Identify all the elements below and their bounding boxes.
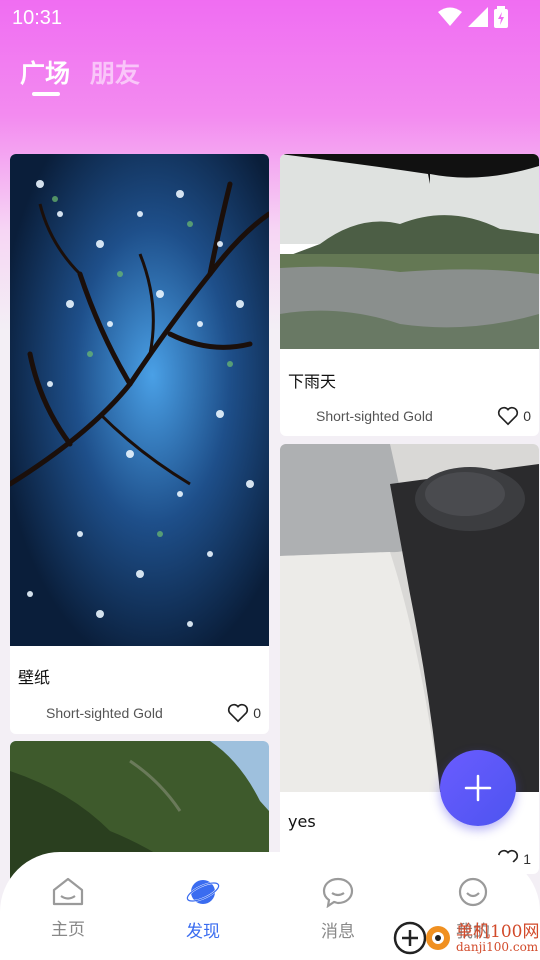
nav-home[interactable]: 主页 [28,876,108,940]
top-tabs: 广场 朋友 [20,54,140,96]
like-button[interactable]: 0 [497,406,531,426]
watermark-url: danji100.com [456,939,539,954]
wifi-icon [438,7,462,26]
tab-square[interactable]: 广场 [20,54,70,96]
post-card[interactable]: 壁纸 Short-sighted Gold 0 [10,154,269,734]
like-count: 0 [523,408,531,424]
status-icons [438,6,508,28]
planet-icon [186,880,220,904]
nav-messages-label: 消息 [321,922,355,942]
post-author: Short-sighted Gold [46,705,163,721]
create-post-button[interactable] [440,750,516,826]
smile-icon [458,877,488,907]
signal-icon [468,7,488,27]
post-title: 下雨天 [288,372,337,391]
post-card[interactable]: 下雨天 Short-sighted Gold 0 [280,154,539,436]
post-title: 壁纸 [18,668,51,687]
post-image-blossom-tree [10,154,269,646]
status-bar: 10:31 [0,0,540,36]
battery-icon [494,6,508,28]
plus-icon [464,774,492,802]
post-author: Short-sighted Gold [316,408,433,424]
heart-icon [498,406,519,426]
status-time: 10:31 [12,7,63,29]
watermark-title: 单机100网 [456,921,540,942]
heart-icon [228,703,249,723]
watermark-text: 单机100网 danji100.com [456,921,540,954]
message-icon [322,877,354,909]
post-image-mouse-desk [280,444,539,792]
home-icon [52,877,84,906]
post-title: yes [288,812,316,831]
like-count: 1 [523,851,531,867]
nav-discover[interactable]: 发现 [163,876,243,942]
tab-friends[interactable]: 朋友 [90,54,140,90]
nav-home-label: 主页 [51,920,85,940]
watermark-logo-icon [393,921,450,955]
like-count: 0 [253,705,261,721]
nav-discover-label: 发现 [186,922,220,942]
post-image-rainy-lake [280,154,539,349]
like-button[interactable]: 0 [227,703,261,723]
nav-messages[interactable]: 消息 [298,876,378,942]
watermark: 单机100网 danji100.com [392,918,539,958]
